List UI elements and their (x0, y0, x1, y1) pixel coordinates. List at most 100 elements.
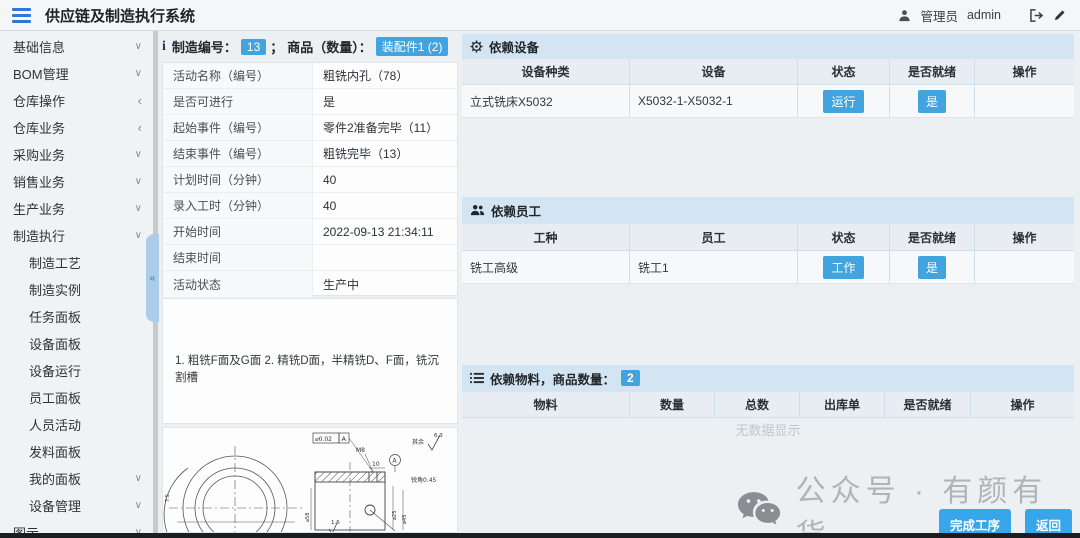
col-header: 总数 (715, 392, 800, 417)
field-value: 40 (313, 167, 457, 192)
process-note: 1. 粗铣F面及G面 2. 精铣D面，半精铣D、F面，铣沉割槽 (162, 298, 458, 424)
ready-badge: 是 (918, 256, 946, 279)
col-header: 员工 (630, 224, 798, 250)
user-role[interactable]: 管理员 (920, 6, 958, 25)
field-value: 2022-09-13 21:34:11 (313, 219, 457, 244)
activity-form: 活动名称（编号）粗铣内孔（78） 是否可进行是 起始事件（编号）零件2准备完毕（… (162, 62, 458, 296)
sidebar-item-material-panel[interactable]: 发料面板 (0, 438, 153, 465)
sidebar-item-bom[interactable]: BOM管理 (0, 60, 153, 87)
sidebar-item-personnel-activity[interactable]: 人员活动 (0, 411, 153, 438)
sidebar-item-label: 设备面板 (29, 334, 81, 353)
employee-section-header: 依赖员工 (462, 197, 1074, 223)
material-table-header: 物料 数量 总数 出库单 是否就绪 操作 (462, 391, 1074, 418)
chevron-down-icon (135, 204, 142, 214)
chevron-left-icon (138, 121, 142, 135)
employee-table-header: 工种 员工 状态 是否就绪 操作 (462, 223, 1074, 251)
info-icon: i (162, 39, 166, 55)
sidebar-item-warehouse-biz[interactable]: 仓库业务 (0, 114, 153, 141)
field-label: 录入工时（分钟） (163, 193, 313, 218)
equipment-section-header: 依赖设备 (462, 34, 1074, 58)
col-header: 状态 (798, 59, 890, 84)
employee-person-cell: 铣工1 (630, 251, 798, 283)
drawing-finish-top: 6.3 (434, 433, 443, 439)
chevron-down-icon (135, 150, 142, 160)
top-bar: 供应链及制造执行系统 管理员 admin (0, 0, 1080, 31)
sidebar-item-warehouse-ops[interactable]: 仓库操作 (0, 87, 153, 114)
sidebar-item-basic-info[interactable]: 基础信息 (0, 33, 153, 60)
sidebar-item-label: 销售业务 (13, 172, 65, 191)
sidebar-item-label: 设备运行 (29, 361, 81, 380)
equipment-device-cell: X5032-1-X5032-1 (630, 85, 798, 117)
sidebar-item-device-panel[interactable]: 设备面板 (0, 330, 153, 357)
chevron-down-icon (135, 69, 142, 79)
sidebar-item-production[interactable]: 生产业务 (0, 195, 153, 222)
col-header: 设备 (630, 59, 798, 84)
sidebar-item-label: 仓库操作 (13, 91, 65, 110)
col-header: 操作 (975, 224, 1074, 250)
people-icon (470, 204, 485, 216)
drawing-rest-label: 其余 (412, 438, 424, 446)
form-row: 结束事件（编号）粗铣完毕（13） (163, 141, 457, 167)
manufacture-no-badge: 13 (241, 39, 266, 55)
form-row: 开始时间2022-09-13 21:34:11 (163, 219, 457, 245)
sidebar-item-manufacturing-exec[interactable]: 制造执行 (0, 222, 153, 249)
field-label: 结束时间 (163, 245, 313, 270)
field-label: 活动名称（编号） (163, 63, 313, 88)
col-header: 是否就绪 (890, 224, 975, 250)
equipment-action-cell (975, 85, 1074, 117)
sidebar-item-task-panel[interactable]: 任务面板 (0, 303, 153, 330)
status-badge: 工作 (823, 256, 863, 279)
sidebar-item-device-mgmt[interactable]: 设备管理 (0, 492, 153, 519)
sidebar-item-label: 设备管理 (29, 496, 81, 515)
chevron-down-icon (135, 177, 142, 187)
field-value: 生产中 (313, 271, 457, 297)
field-value: 粗铣完毕（13） (313, 141, 457, 166)
field-label: 起始事件（编号） (163, 115, 313, 140)
employee-table-row: 铣工高级 铣工1 工作 是 (462, 251, 1074, 284)
material-section-header: 依赖物料，商品数量： 2 (462, 365, 1074, 391)
separator: ； (270, 37, 283, 56)
sidebar-item-purchase[interactable]: 采购业务 (0, 141, 153, 168)
material-qty-badge: 2 (621, 370, 640, 386)
employee-action-cell (975, 251, 1074, 283)
drawing-tolerance: ⌀0.02 (315, 436, 332, 443)
form-row: 结束时间 (163, 245, 457, 271)
sidebar-item-label: 基础信息 (13, 37, 65, 56)
drawing-datum-flag: A (393, 458, 398, 465)
field-label: 计划时间（分钟） (163, 167, 313, 192)
product-qty-badge: 装配件1 (2) (376, 37, 449, 56)
equipment-section-title: 依赖设备 (489, 37, 539, 56)
sidebar-item-process[interactable]: 制造工艺 (0, 249, 153, 276)
col-header: 是否就绪 (885, 392, 971, 417)
form-row: 是否可进行是 (163, 89, 457, 115)
drawing-dim-left: 7.5 (165, 494, 171, 502)
sidebar-item-my-panel[interactable]: 我的面板 (0, 465, 153, 492)
sidebar-item-instance[interactable]: 制造实例 (0, 276, 153, 303)
sidebar-item-label: 人员活动 (29, 415, 81, 434)
drawing-dia-mid: ⌀25 (392, 511, 398, 520)
technical-drawing: 7.5 ⌀0.02 A (162, 427, 458, 533)
app-title: 供应链及制造执行系统 (45, 5, 195, 26)
process-note-text: 1. 粗铣F面及G面 2. 精铣D面，半精铣D、F面，铣沉割槽 (175, 355, 439, 384)
user-name[interactable]: admin (967, 8, 1001, 22)
drawing-dia-outer: ⌀45 (402, 515, 408, 524)
chevron-left-icon (138, 94, 142, 108)
edit-pen-icon[interactable] (1053, 9, 1066, 22)
sidebar-collapse-handle[interactable]: « (146, 234, 159, 322)
field-value: 40 (313, 193, 457, 218)
sidebar-item-label: 发料面板 (29, 442, 81, 461)
sidebar-item-device-run[interactable]: 设备运行 (0, 357, 153, 384)
drawing-dia-left: ⌀58 (305, 513, 311, 522)
col-header: 是否就绪 (890, 59, 975, 84)
sidebar-item-sales[interactable]: 销售业务 (0, 168, 153, 195)
logout-icon[interactable] (1029, 9, 1044, 22)
sidebar-item-label: 制造执行 (13, 226, 65, 245)
field-value: 粗铣内孔（78） (313, 63, 457, 88)
hamburger-menu-icon[interactable] (12, 8, 31, 23)
sidebar-item-staff-panel[interactable]: 员工面板 (0, 384, 153, 411)
sidebar-item-label: 仓库业务 (13, 118, 65, 137)
col-header: 操作 (975, 59, 1074, 84)
drawing-edge-note: 锐角0.45 (411, 476, 437, 484)
drawing-finish-bottom: 1.6 (331, 520, 340, 526)
field-label: 结束事件（编号） (163, 141, 313, 166)
